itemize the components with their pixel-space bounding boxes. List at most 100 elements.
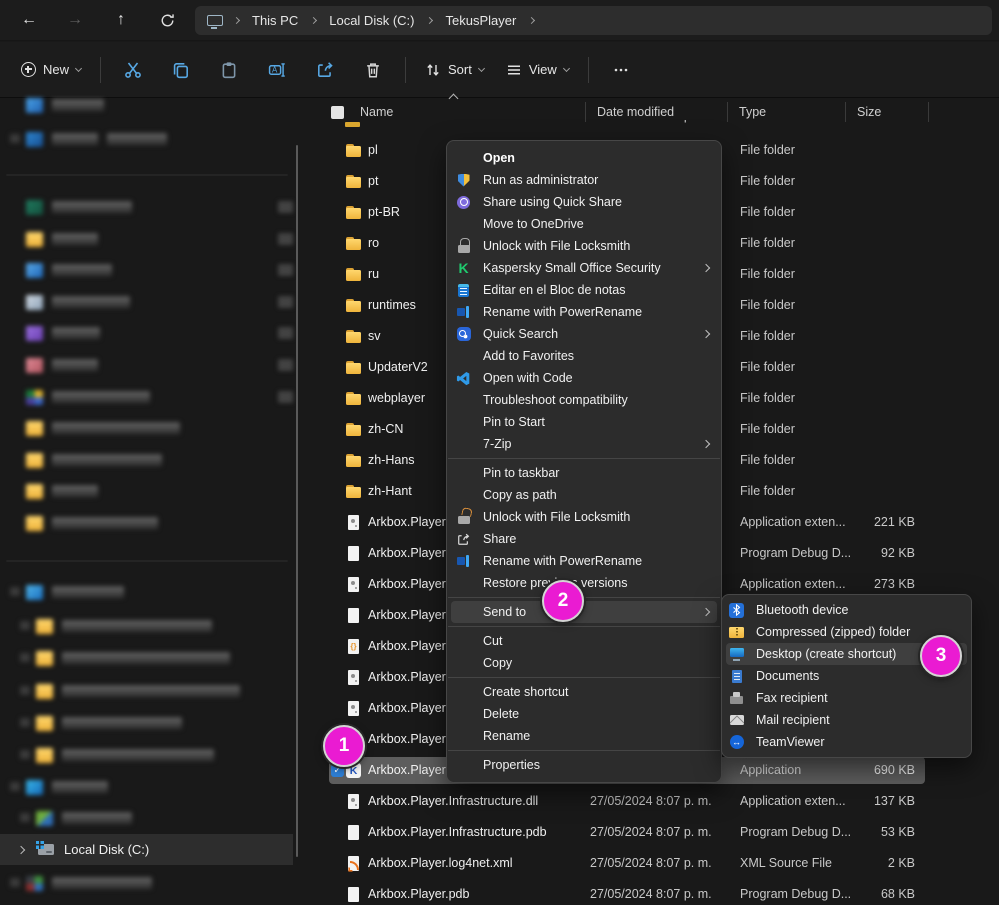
menu-item-label: Move to OneDrive: [483, 217, 584, 231]
sidebar-scrollbar[interactable]: [296, 145, 298, 857]
menu-item-rename-with-powerrename[interactable]: Rename with PowerRename: [447, 550, 721, 572]
redacted-content: [26, 263, 112, 278]
menu-item-label: Properties: [483, 758, 540, 772]
file-type: File folder: [740, 484, 795, 498]
context-menu: OpenRun as administratorShare using Quic…: [446, 140, 722, 783]
menu-item-add-to-favorites[interactable]: Add to Favorites: [447, 345, 721, 367]
redacted-content: [26, 585, 124, 600]
menu-item-7-zip[interactable]: 7-Zip: [447, 433, 721, 455]
menu-item-rename-with-powerrename[interactable]: Rename with PowerRename: [447, 301, 721, 323]
menu-item-run-as-administrator[interactable]: Run as administrator: [447, 169, 721, 191]
file-row-arkbox-player-pdb[interactable]: Arkbox.Player.pdb27/05/2024 8:07 p. m.Pr…: [318, 879, 999, 905]
menu-item-share-using-quick-share[interactable]: Share using Quick Share: [447, 191, 721, 213]
menu-item-unlock-with-file-locksmith[interactable]: Unlock with File Locksmith: [447, 235, 721, 257]
up-button[interactable]: ↑: [98, 5, 144, 35]
rename-button[interactable]: A: [258, 52, 296, 88]
menu-item-copy-as-path[interactable]: Copy as path: [447, 484, 721, 506]
chevron-right-icon[interactable]: [17, 845, 25, 853]
file-size: 92 KB: [825, 546, 915, 560]
sidebar-item-redacted[interactable]: [0, 228, 98, 250]
redacted-content: [36, 651, 230, 666]
sidebar-item-local-disk-c[interactable]: Local Disk (C:): [0, 834, 293, 865]
desktop-icon: [728, 646, 745, 662]
file-row-arkbox-player-log4net-xml[interactable]: Arkbox.Player.log4net.xml27/05/2024 8:07…: [318, 848, 999, 879]
menu-item-icon-slot: [728, 712, 756, 728]
menu-item-share[interactable]: Share: [447, 528, 721, 550]
sidebar-item-redacted[interactable]: [0, 615, 212, 637]
pin-badge-icon: [278, 201, 293, 213]
menu-item-pin-to-taskbar[interactable]: Pin to taskbar: [447, 462, 721, 484]
menu-item-rename[interactable]: Rename: [447, 725, 721, 747]
menu-item-delete[interactable]: Delete: [447, 703, 721, 725]
dll-file-icon: [345, 793, 362, 810]
menu-item-label: Desktop (create shortcut): [756, 647, 896, 661]
sidebar-item-redacted[interactable]: [0, 259, 112, 281]
sidebar-item-icon: [36, 748, 53, 763]
send-to-item-mail-recipient[interactable]: Mail recipient: [722, 709, 971, 731]
sidebar-item-redacted[interactable]: [0, 581, 124, 603]
redacted-content: [36, 619, 212, 634]
folder-file-icon: [345, 173, 362, 190]
sidebar-item-redacted[interactable]: [0, 744, 214, 766]
menu-item-quick-search[interactable]: Quick Search: [447, 323, 721, 345]
refresh-button[interactable]: [144, 5, 190, 35]
sidebar-item-redacted[interactable]: [0, 128, 167, 150]
sidebar-item-redacted[interactable]: [0, 776, 108, 798]
pin-badge-icon: [278, 233, 293, 245]
sidebar-item-redacted[interactable]: [0, 386, 150, 408]
sidebar-item-redacted[interactable]: [0, 872, 152, 894]
sidebar-item-redacted[interactable]: [0, 322, 100, 344]
sidebar-item-redacted[interactable]: [0, 417, 180, 439]
menu-item-troubleshoot-compatibility[interactable]: Troubleshoot compatibility: [447, 389, 721, 411]
menu-item-editar-en-el-bloc-de-notas[interactable]: Editar en el Bloc de notas: [447, 279, 721, 301]
file-name: pl: [368, 143, 378, 157]
sidebar-item-redacted[interactable]: [0, 480, 98, 502]
file-size: 690 KB: [825, 763, 915, 777]
menu-item-properties[interactable]: Properties: [447, 754, 721, 776]
breadcrumb-item-this-pc[interactable]: This PC: [248, 11, 302, 30]
sidebar-item-redacted[interactable]: [0, 712, 182, 734]
pdb-file-icon: [345, 607, 362, 624]
menu-item-move-to-onedrive[interactable]: Move to OneDrive: [447, 213, 721, 235]
sidebar-item-redacted[interactable]: [0, 196, 132, 218]
send-to-item-teamviewer[interactable]: TeamViewer: [722, 731, 971, 753]
menu-item-label: TeamViewer: [756, 735, 825, 749]
redacted-text-bar: [62, 652, 230, 664]
menu-item-open[interactable]: Open: [447, 147, 721, 169]
send-to-item-fax-recipient[interactable]: Fax recipient: [722, 687, 971, 709]
menu-item-restore-previous-versions[interactable]: Restore previous versions: [447, 572, 721, 594]
menu-item-copy[interactable]: Copy: [447, 652, 721, 674]
file-size: 2 KB: [825, 856, 915, 870]
bluetooth-icon: [728, 602, 745, 618]
dll-file-icon: [345, 576, 362, 593]
sidebar-item-redacted[interactable]: [0, 680, 240, 702]
menu-item-kaspersky-small-office-security[interactable]: Kaspersky Small Office Security: [447, 257, 721, 279]
menu-item-send-to[interactable]: Send to: [447, 601, 721, 623]
menu-item-create-shortcut[interactable]: Create shortcut: [447, 681, 721, 703]
menu-item-pin-to-start[interactable]: Pin to Start: [447, 411, 721, 433]
menu-item-cut[interactable]: Cut: [447, 630, 721, 652]
chevron-icon: [20, 686, 30, 695]
sidebar-item-redacted[interactable]: [0, 354, 98, 376]
forward-button[interactable]: →: [52, 5, 98, 35]
sidebar-item-redacted[interactable]: [0, 512, 158, 534]
file-name: sv: [368, 329, 381, 343]
sidebar-item-redacted[interactable]: [0, 291, 130, 313]
menu-item-unlock-with-file-locksmith[interactable]: Unlock with File Locksmith: [447, 506, 721, 528]
sidebar-item-redacted[interactable]: [0, 807, 132, 829]
sidebar-item-redacted[interactable]: [0, 647, 230, 669]
sidebar-item-redacted[interactable]: [0, 449, 162, 471]
folder-file-icon: [345, 297, 362, 314]
back-button[interactable]: ←: [6, 5, 52, 35]
copy-button[interactable]: [162, 52, 200, 88]
new-button[interactable]: New: [10, 52, 92, 88]
file-row-arkbox-player-infrastructure-pdb[interactable]: Arkbox.Player.Infrastructure.pdb27/05/20…: [318, 817, 999, 848]
send-to-item-bluetooth-device[interactable]: Bluetooth device: [722, 599, 971, 621]
paste-button[interactable]: [210, 52, 248, 88]
menu-item-icon-slot: [728, 624, 756, 640]
sidebar-item-redacted[interactable]: [0, 94, 104, 116]
cut-button[interactable]: [114, 52, 152, 88]
nav-buttons: ← → ↑: [0, 5, 190, 35]
file-row-arkbox-player-infrastructure-dll[interactable]: Arkbox.Player.Infrastructure.dll27/05/20…: [318, 786, 999, 817]
menu-item-open-with-code[interactable]: Open with Code: [447, 367, 721, 389]
